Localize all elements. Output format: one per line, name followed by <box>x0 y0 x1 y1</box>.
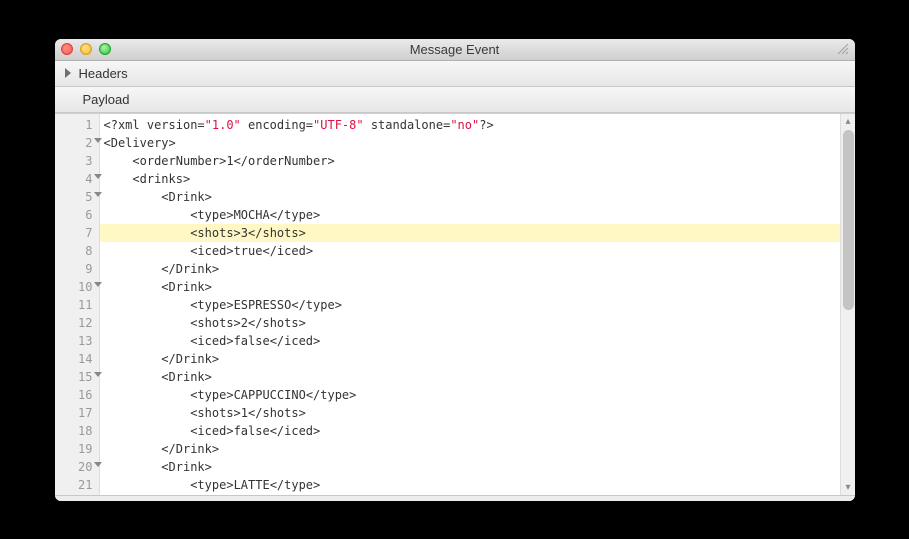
code-line[interactable]: <iced>true</iced> <box>100 242 840 260</box>
zoom-icon[interactable] <box>99 43 111 55</box>
code-line[interactable]: <orderNumber>1</orderNumber> <box>100 152 840 170</box>
code-line[interactable]: <Drink> <box>100 188 840 206</box>
code-line[interactable]: </Drink> <box>100 260 840 278</box>
code-line[interactable]: <type>ESPRESSO</type> <box>100 296 840 314</box>
gutter-line: 8 <box>55 242 99 260</box>
gutter-line: 17 <box>55 404 99 422</box>
code-line[interactable]: <type>LATTE</type> <box>100 476 840 494</box>
fold-icon[interactable] <box>94 138 102 143</box>
scroll-thumb[interactable] <box>843 130 854 310</box>
gutter-line: 10 <box>55 278 99 296</box>
gutter-line: 14 <box>55 350 99 368</box>
code-line[interactable]: <type>MOCHA</type> <box>100 206 840 224</box>
gutter-line: 16 <box>55 386 99 404</box>
gutter-line: 7 <box>55 224 99 242</box>
disclosure-triangle-icon <box>65 68 71 78</box>
gutter-line: 19 <box>55 440 99 458</box>
payload-section[interactable]: Payload <box>55 87 855 113</box>
code-area[interactable]: <?xml version="1.0" encoding="UTF-8" sta… <box>100 114 840 495</box>
gutter-line: 20 <box>55 458 99 476</box>
fold-icon[interactable] <box>94 462 102 467</box>
gutter: 123456789101112131415161718192021 <box>55 114 100 495</box>
code-line[interactable]: </Drink> <box>100 350 840 368</box>
code-line[interactable]: <Delivery> <box>100 134 840 152</box>
gutter-line: 11 <box>55 296 99 314</box>
gutter-line: 12 <box>55 314 99 332</box>
fold-icon[interactable] <box>94 372 102 377</box>
resize-icon[interactable] <box>837 43 849 55</box>
window-title: Message Event <box>55 42 855 57</box>
gutter-line: 5 <box>55 188 99 206</box>
code-line[interactable]: <?xml version="1.0" encoding="UTF-8" sta… <box>100 116 840 134</box>
fold-icon[interactable] <box>94 174 102 179</box>
fold-icon[interactable] <box>94 192 102 197</box>
close-icon[interactable] <box>61 43 73 55</box>
code-line[interactable]: <shots>2</shots> <box>100 314 840 332</box>
code-line[interactable]: <shots>3</shots> <box>100 224 840 242</box>
scroll-up-icon[interactable]: ▴ <box>841 114 855 129</box>
gutter-line: 21 <box>55 476 99 494</box>
gutter-line: 6 <box>55 206 99 224</box>
code-line[interactable]: <Drink> <box>100 458 840 476</box>
gutter-line: 4 <box>55 170 99 188</box>
gutter-line: 18 <box>55 422 99 440</box>
vertical-scrollbar[interactable]: ▴ ▾ <box>840 114 855 495</box>
code-line[interactable]: <Drink> <box>100 368 840 386</box>
fold-icon[interactable] <box>94 282 102 287</box>
code-line[interactable]: <drinks> <box>100 170 840 188</box>
code-line[interactable]: <iced>false</iced> <box>100 332 840 350</box>
traffic-lights <box>61 43 111 55</box>
editor: 123456789101112131415161718192021 <?xml … <box>55 113 855 495</box>
gutter-line: 9 <box>55 260 99 278</box>
gutter-line: 13 <box>55 332 99 350</box>
gutter-line: 15 <box>55 368 99 386</box>
gutter-line: 2 <box>55 134 99 152</box>
footer <box>55 495 855 501</box>
code-line[interactable]: <type>CAPPUCCINO</type> <box>100 386 840 404</box>
gutter-line: 1 <box>55 116 99 134</box>
headers-label: Headers <box>79 66 128 81</box>
payload-label: Payload <box>83 92 130 107</box>
code-line[interactable]: <shots>1</shots> <box>100 404 840 422</box>
gutter-line: 3 <box>55 152 99 170</box>
minimize-icon[interactable] <box>80 43 92 55</box>
headers-section[interactable]: Headers <box>55 61 855 87</box>
code-line[interactable]: <Drink> <box>100 278 840 296</box>
scroll-down-icon[interactable]: ▾ <box>841 480 855 495</box>
code-line[interactable]: </Drink> <box>100 440 840 458</box>
code-line[interactable]: <iced>false</iced> <box>100 422 840 440</box>
window: Message Event Headers Payload 1234567891… <box>55 39 855 501</box>
titlebar[interactable]: Message Event <box>55 39 855 61</box>
editor-inner: 123456789101112131415161718192021 <?xml … <box>55 113 855 495</box>
